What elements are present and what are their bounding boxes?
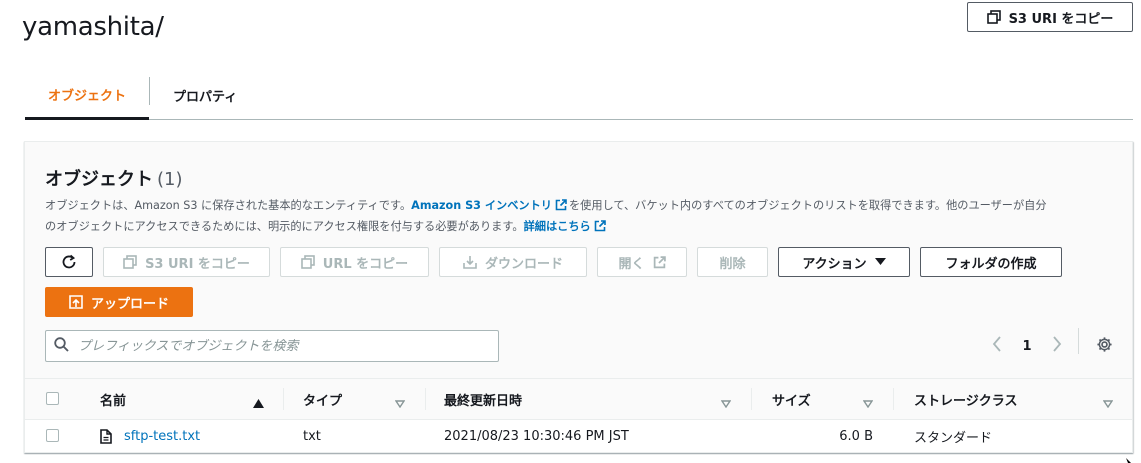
page-number-button[interactable]: 1 [1017, 332, 1037, 360]
refresh-button[interactable] [45, 247, 93, 277]
tab-properties[interactable]: プロパティ [171, 72, 239, 119]
download-icon [463, 255, 477, 269]
file-name-link[interactable]: sftp-test.txt [124, 420, 200, 452]
mouse-cursor-icon [1125, 453, 1135, 463]
sort-ascending-icon[interactable] [253, 393, 264, 412]
select-all-checkbox[interactable] [46, 392, 59, 405]
file-storage-class: スタンダード [914, 430, 993, 446]
tab-bar: オブジェクト プロパティ [25, 72, 1133, 120]
chevron-left-icon [992, 336, 1002, 356]
copy-icon [986, 10, 1001, 24]
panel-description-line-2: のオブジェクトにアクセスできるためには、明示的にアクセス権限を付与する必要があり… [45, 216, 1120, 239]
copy-s3-uri-header-label: S3 URI をコピー [1008, 11, 1114, 27]
copy-s3-uri-button[interactable]: S3 URI をコピー [103, 247, 270, 277]
description-text-2: を使用して、バケット内のすべてのオブジェクトのリストを取得できます。他のユーザー… [568, 199, 1047, 212]
column-divider [751, 388, 752, 410]
external-link-icon [555, 197, 567, 218]
refresh-icon [61, 254, 77, 270]
copy-s3-uri-header-button[interactable]: S3 URI をコピー [967, 2, 1133, 32]
copy-url-button[interactable]: URL をコピー [280, 247, 429, 277]
actions-label: アクション [802, 256, 867, 272]
open-button[interactable]: 開く [597, 247, 687, 277]
column-divider [283, 388, 284, 410]
description-text-3: のオブジェクトにアクセスできるためには、明示的にアクセス権限を付与する必要があり… [45, 220, 524, 233]
panel-title-text: オブジェクト [45, 169, 153, 190]
previous-page-button[interactable] [987, 332, 1007, 360]
page-title: yamashita/ [22, 12, 164, 42]
upload-icon [69, 295, 83, 309]
panel-title: オブジェクト (1) [45, 165, 183, 191]
column-header-last-modified[interactable]: 最終更新日時 [444, 379, 522, 419]
search-icon [54, 336, 69, 356]
tab-objects[interactable]: オブジェクト [25, 72, 149, 120]
row-checkbox[interactable] [46, 429, 59, 442]
search-box[interactable] [45, 330, 499, 362]
sort-icon[interactable] [394, 393, 406, 412]
panel-description-line-1: オブジェクトは、Amazon S3 に保存された基本的なエンティティです。Ama… [45, 195, 1120, 218]
upload-label: アップロード [90, 296, 169, 312]
create-folder-label: フォルダの作成 [945, 256, 1037, 272]
caret-down-icon [874, 258, 886, 266]
table-header: 名前 タイプ 最終更新日時 サイズ ストレージクラス [25, 378, 1132, 420]
download-button[interactable]: ダウンロード [439, 247, 587, 277]
download-label: ダウンロード [484, 256, 563, 272]
file-icon [100, 429, 112, 448]
column-header-storage-class[interactable]: ストレージクラス [914, 379, 1017, 419]
column-header-type[interactable]: タイプ [303, 379, 342, 419]
inventory-link[interactable]: Amazon S3 インベントリ [411, 199, 552, 212]
table-settings-button[interactable] [1093, 332, 1115, 360]
search-input[interactable] [78, 338, 498, 354]
sort-icon[interactable] [720, 393, 732, 412]
pagination-divider [1078, 328, 1079, 354]
copy-icon [123, 255, 137, 269]
delete-button[interactable]: 削除 [697, 247, 768, 277]
external-link-icon [653, 255, 666, 269]
delete-label: 削除 [719, 256, 746, 272]
gear-icon [1096, 336, 1113, 357]
external-link-icon [594, 218, 606, 239]
description-text-1: オブジェクトは、Amazon S3 に保存された基本的なエンティティです。 [45, 199, 412, 212]
column-divider [425, 388, 426, 410]
next-page-button[interactable] [1047, 332, 1067, 360]
chevron-right-icon [1052, 336, 1062, 356]
object-count: (1) [157, 169, 183, 190]
learn-more-link[interactable]: 詳細はこちら [524, 220, 591, 233]
copy-url-label: URL をコピー [322, 256, 409, 272]
file-type: txt [303, 428, 321, 444]
sort-icon[interactable] [1102, 393, 1114, 412]
tab-divider [149, 77, 150, 105]
upload-button[interactable]: アップロード [45, 287, 193, 317]
file-size: 6.0 B [839, 428, 873, 444]
sort-icon[interactable] [862, 393, 874, 412]
file-last-modified: 2021/08/23 10:30:46 PM JST [444, 428, 629, 444]
column-divider [893, 388, 894, 410]
open-label: 開く [618, 256, 645, 272]
column-header-name[interactable]: 名前 [100, 379, 126, 419]
table-row: sftp-test.txt txt 2021/08/23 10:30:46 PM… [25, 420, 1132, 452]
objects-panel: オブジェクト (1) オブジェクトは、Amazon S3 に保存された基本的なエン… [24, 141, 1133, 453]
copy-icon [300, 255, 315, 269]
column-header-size[interactable]: サイズ [772, 379, 811, 419]
create-folder-button[interactable]: フォルダの作成 [920, 247, 1062, 277]
copy-s3-uri-label: S3 URI をコピー [145, 256, 250, 272]
actions-dropdown[interactable]: アクション [778, 247, 910, 277]
